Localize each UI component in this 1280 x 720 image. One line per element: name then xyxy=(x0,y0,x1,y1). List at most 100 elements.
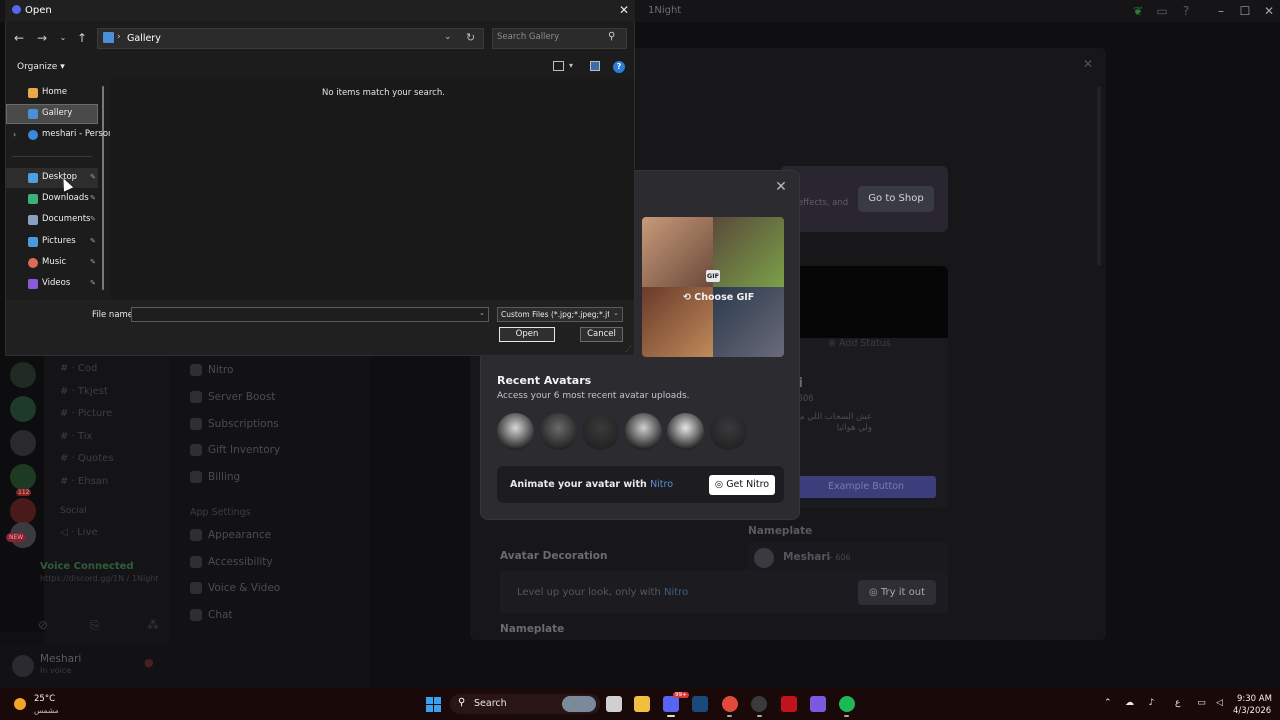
server-icon[interactable] xyxy=(10,430,36,456)
activities-icon[interactable]: ⁂ xyxy=(147,618,159,632)
chevron-down-icon[interactable]: ⌄ xyxy=(479,309,485,317)
add-status-button[interactable]: ⊕ Add Status xyxy=(828,338,891,349)
nav-item-pictures[interactable]: Pictures ✎ xyxy=(6,232,98,252)
example-button[interactable]: Example Button xyxy=(796,476,936,498)
settings-item-voice-video[interactable]: Voice & Video xyxy=(190,582,280,594)
try-it-out-button[interactable]: ◎ Try it out xyxy=(858,580,936,605)
close-modal-icon[interactable]: ✕ xyxy=(773,179,789,195)
cloud-icon[interactable]: ☁ xyxy=(1124,698,1135,709)
channel-item[interactable]: # · Tix xyxy=(60,431,92,442)
camera-off-icon[interactable]: ⊘ xyxy=(38,618,48,632)
channel-item[interactable]: # · Picture xyxy=(60,408,112,419)
clock-date[interactable]: 4/3/2026 xyxy=(1233,706,1271,716)
inbox-icon[interactable]: ▭ xyxy=(1154,3,1170,19)
get-nitro-button[interactable]: ◎ Get Nitro xyxy=(709,475,775,495)
recent-locations-icon[interactable]: ⌄ xyxy=(55,30,71,46)
breadcrumb-chevron-icon[interactable]: › xyxy=(117,32,121,42)
social-category[interactable]: Social xyxy=(60,506,87,516)
screen-share-icon[interactable]: ⎘ xyxy=(90,618,100,633)
close-settings-icon[interactable]: ✕ xyxy=(1083,57,1093,71)
steam-app-icon[interactable] xyxy=(692,696,708,712)
microphone-icon[interactable]: ♪ xyxy=(1146,698,1157,709)
forward-icon[interactable]: → xyxy=(34,30,50,46)
maximize-icon[interactable]: ☐ xyxy=(1232,2,1258,20)
file-name-input[interactable] xyxy=(131,307,489,322)
nav-item-videos[interactable]: Videos ✎ xyxy=(6,274,98,294)
go-to-shop-button[interactable]: Go to Shop xyxy=(858,186,934,212)
scrollbar[interactable] xyxy=(1097,86,1101,266)
dialog-close-icon[interactable]: ✕ xyxy=(617,3,631,17)
nav-item-gallery[interactable]: Gallery xyxy=(6,104,98,124)
discord-app-icon[interactable] xyxy=(663,696,679,712)
sun-icon[interactable] xyxy=(14,698,26,710)
organize-menu[interactable]: Organize ▾ xyxy=(17,62,65,72)
breadcrumb[interactable]: Gallery xyxy=(127,33,161,44)
view-icon[interactable] xyxy=(553,61,564,71)
weather-description[interactable]: مشمس xyxy=(34,706,59,715)
recent-avatar[interactable] xyxy=(625,413,662,450)
app-icon[interactable] xyxy=(751,696,767,712)
start-button[interactable] xyxy=(426,697,441,712)
open-button[interactable]: Open xyxy=(499,327,555,342)
help-icon[interactable]: ? xyxy=(1178,3,1194,19)
server-icon[interactable] xyxy=(10,464,36,490)
chevron-down-icon[interactable]: ⌄ xyxy=(613,309,619,317)
nav-item-home[interactable]: Home xyxy=(6,83,98,103)
refresh-icon[interactable]: ↻ xyxy=(466,31,475,44)
recent-avatar[interactable] xyxy=(497,413,534,450)
channel-item[interactable]: # · Quotes xyxy=(60,453,114,464)
channel-item[interactable]: # · Tkjest xyxy=(60,386,108,397)
server-icon[interactable] xyxy=(10,498,36,524)
tray-overflow-icon[interactable]: ⌃ xyxy=(1104,698,1112,708)
back-icon[interactable]: ← xyxy=(11,30,27,46)
recent-avatar[interactable] xyxy=(582,413,619,450)
app-icon[interactable] xyxy=(810,696,826,712)
nav-item-downloads[interactable]: Downloads ✎ xyxy=(6,189,98,209)
recent-avatar-placeholder[interactable] xyxy=(710,413,747,450)
channel-item[interactable]: # · Cod xyxy=(60,363,97,374)
settings-item-server-boost[interactable]: Server Boost xyxy=(190,391,275,403)
settings-item-nitro[interactable]: Nitro xyxy=(190,364,233,376)
spotify-app-icon[interactable] xyxy=(839,696,855,712)
file-list[interactable] xyxy=(110,79,634,299)
preview-pane-icon[interactable] xyxy=(590,61,600,71)
chrome-app-icon[interactable] xyxy=(722,696,738,712)
avatar[interactable] xyxy=(12,655,34,677)
server-icon[interactable] xyxy=(10,362,36,388)
cancel-button[interactable]: Cancel xyxy=(580,327,623,342)
clock-time[interactable]: 9:30 AM xyxy=(1237,694,1272,704)
mute-icon[interactable]: ● xyxy=(144,656,154,669)
file-manager-app-icon[interactable] xyxy=(606,696,622,712)
netflix-app-icon[interactable] xyxy=(781,696,797,712)
server-icon[interactable] xyxy=(10,396,36,422)
search-icon[interactable]: ⚲ xyxy=(608,31,615,42)
weather-temperature[interactable]: 25°C xyxy=(34,694,55,704)
nav-item-onedrive[interactable]: meshari - Persoı xyxy=(6,125,110,145)
scrollbar[interactable] xyxy=(102,86,104,290)
settings-item-accessibility[interactable]: Accessibility xyxy=(190,556,273,568)
search-input[interactable] xyxy=(497,32,597,42)
network-icon[interactable]: ▭ xyxy=(1196,698,1207,709)
settings-item-gift-inventory[interactable]: Gift Inventory xyxy=(190,444,280,456)
file-explorer-app-icon[interactable] xyxy=(634,696,650,712)
leaf-icon[interactable]: ❦ xyxy=(1130,3,1146,19)
settings-item-subscriptions[interactable]: Subscriptions xyxy=(190,418,279,430)
channel-item[interactable]: # · Ehsan xyxy=(60,476,108,487)
settings-item-billing[interactable]: Billing xyxy=(190,471,240,483)
voice-channel-live[interactable]: ◁ · Live xyxy=(60,527,98,538)
close-icon[interactable]: ✕ xyxy=(1256,2,1280,20)
recent-avatar[interactable] xyxy=(540,413,577,450)
help-icon[interactable]: ? xyxy=(613,61,625,73)
resize-grip-icon[interactable]: ⋰ xyxy=(625,345,632,353)
language-indicator[interactable]: ع xyxy=(1175,698,1180,708)
recent-avatar[interactable] xyxy=(667,413,704,450)
minimize-icon[interactable]: – xyxy=(1208,2,1234,20)
settings-item-appearance[interactable]: Appearance xyxy=(190,529,271,541)
chevron-down-icon[interactable]: ▾ xyxy=(569,61,573,70)
nav-item-documents[interactable]: Documents ✎ xyxy=(6,210,98,230)
volume-icon[interactable]: ◁ xyxy=(1214,698,1225,709)
up-icon[interactable]: ↑ xyxy=(74,30,90,46)
settings-item-chat[interactable]: Chat xyxy=(190,609,233,621)
nav-item-music[interactable]: Music ✎ xyxy=(6,253,98,273)
nav-item-desktop[interactable]: Desktop ✎ xyxy=(6,168,98,188)
